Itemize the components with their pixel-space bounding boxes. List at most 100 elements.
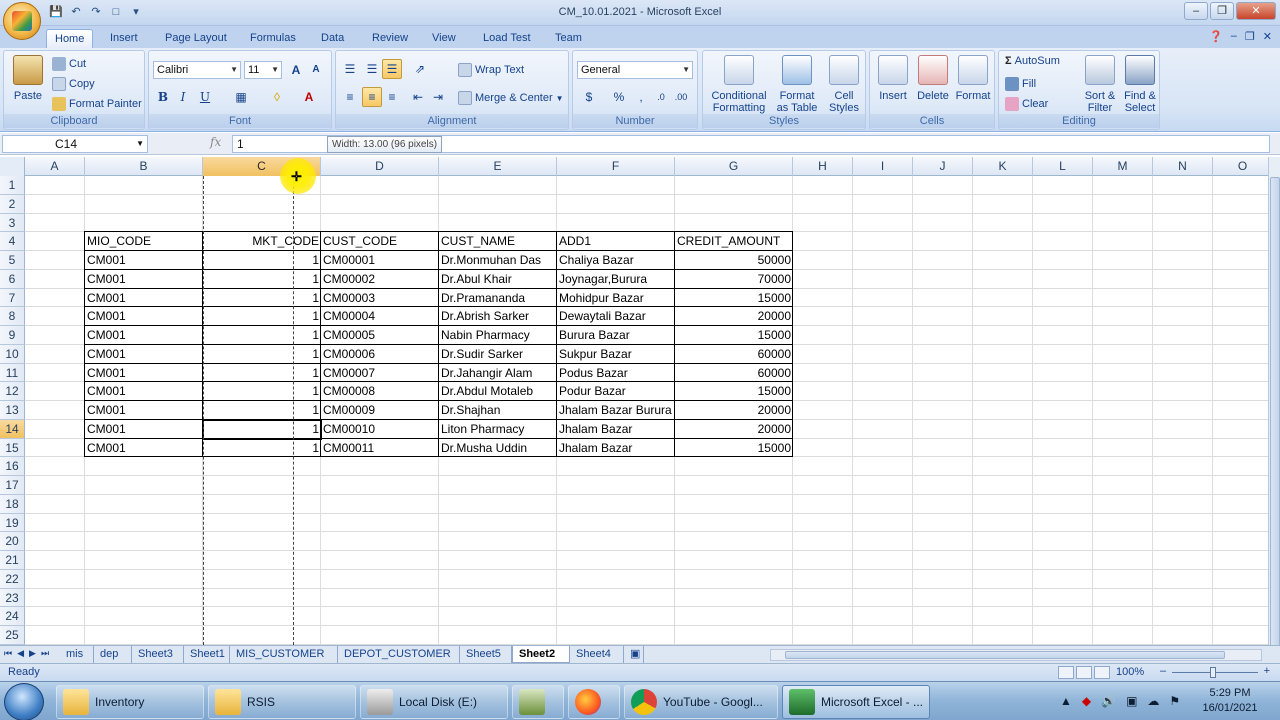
comma-icon[interactable]: , (631, 87, 651, 107)
sheet-tab[interactable]: DEPOT_CUSTOMER (338, 646, 460, 663)
format-as-table-button[interactable]: Format as Table (773, 55, 821, 114)
font-size-select[interactable]: 11 ▼ (244, 61, 282, 79)
increase-indent-icon[interactable]: ⇥ (428, 87, 448, 107)
column-header-h[interactable]: H (793, 157, 853, 176)
autosum-button[interactable]: Σ AutoSum (1005, 55, 1060, 67)
clear-button[interactable]: Clear (1005, 97, 1048, 111)
table-cell[interactable]: 20000 (675, 401, 793, 420)
table-cell[interactable]: 1 (203, 401, 321, 420)
grow-font-icon[interactable]: A (286, 60, 306, 80)
row-header-22[interactable]: 22 (0, 569, 25, 589)
borders-icon[interactable]: ▦ (231, 87, 251, 107)
bold-icon[interactable]: B (153, 87, 173, 107)
row-header-5[interactable]: 5 (0, 251, 25, 270)
table-cell[interactable]: Dr.Sudir Sarker (439, 345, 557, 364)
table-header-cell[interactable]: CUST_CODE (321, 232, 439, 251)
row-header-6[interactable]: 6 (0, 269, 25, 289)
table-cell[interactable]: 70000 (675, 270, 793, 289)
format-painter-button[interactable]: Format Painter (52, 97, 142, 111)
align-left-icon[interactable]: ≡ (340, 87, 360, 107)
column-header-d[interactable]: D (321, 157, 439, 176)
taskbar-item-inventory[interactable]: Inventory (56, 685, 204, 719)
table-cell[interactable]: Joynagar,Burura (557, 270, 675, 289)
tab-review[interactable]: Review (364, 29, 416, 48)
table-cell[interactable]: Dr.Abul Khair (439, 270, 557, 289)
table-cell[interactable]: CM00001 (321, 251, 439, 270)
align-center-icon[interactable]: ≡ (362, 87, 382, 107)
table-cell[interactable]: 20000 (675, 307, 793, 326)
sheet-tab[interactable]: dep (94, 646, 132, 663)
table-cell[interactable]: CM001 (85, 401, 203, 420)
row-header-8[interactable]: 8 (0, 307, 25, 326)
decrease-decimal-icon[interactable]: .00 (671, 87, 691, 107)
tab-team[interactable]: Team (547, 29, 590, 48)
row-header-25[interactable]: 25 (0, 626, 25, 645)
table-cell[interactable]: CM00009 (321, 401, 439, 420)
sort-filter-button[interactable]: Sort & Filter (1081, 55, 1119, 114)
font-color-icon[interactable]: A (299, 87, 319, 107)
column-header-k[interactable]: K (973, 157, 1033, 176)
start-button[interactable] (4, 683, 44, 720)
table-cell[interactable]: CM001 (85, 420, 203, 439)
row-header-1[interactable]: 1 (0, 176, 25, 195)
ribbon-close-icon[interactable]: ✕ (1263, 30, 1272, 43)
cut-button[interactable]: Cut (52, 57, 86, 71)
table-cell[interactable]: CM00007 (321, 364, 439, 383)
row-header-13[interactable]: 13 (0, 401, 25, 420)
ribbon-restore-icon[interactable]: ❐ (1245, 30, 1255, 43)
row-header-2[interactable]: 2 (0, 194, 25, 214)
column-header-m[interactable]: M (1093, 157, 1153, 176)
sheet-tab[interactable]: Sheet2 (512, 646, 570, 663)
row-header-9[interactable]: 9 (0, 326, 25, 345)
row-header-17[interactable]: 17 (0, 476, 25, 495)
align-right-icon[interactable]: ≡ (382, 87, 402, 107)
table-cell[interactable]: 1 (203, 307, 321, 326)
table-cell[interactable]: 60000 (675, 364, 793, 383)
table-cell[interactable]: CM00010 (321, 420, 439, 439)
tab-formulas[interactable]: Formulas (242, 29, 304, 48)
show-hidden-icons-icon[interactable]: ▲ (1060, 694, 1072, 708)
zoom-knob[interactable] (1210, 667, 1216, 678)
table-header-cell[interactable]: ADD1 (557, 232, 675, 251)
taskbar-item-rsis[interactable]: RSIS (208, 685, 356, 719)
table-cell[interactable]: 1 (203, 439, 321, 458)
table-cell[interactable]: CM001 (85, 251, 203, 270)
table-cell[interactable]: 60000 (675, 345, 793, 364)
table-cell[interactable]: 1 (203, 382, 321, 401)
insert-function-icon[interactable]: fx (210, 135, 221, 149)
normal-view-icon[interactable] (1058, 666, 1074, 679)
table-cell[interactable]: 1 (203, 420, 321, 439)
table-cell[interactable]: 1 (203, 289, 321, 308)
table-cell[interactable]: 1 (203, 364, 321, 383)
table-header-cell[interactable]: CUST_NAME (439, 232, 557, 251)
help-icon[interactable]: ❓ (1209, 30, 1223, 43)
cell-styles-button[interactable]: Cell Styles (825, 55, 863, 114)
volume-icon[interactable]: 🔊 (1101, 694, 1116, 708)
underline-icon[interactable]: U (195, 87, 215, 107)
prev-sheet-icon[interactable]: ◀ (17, 648, 24, 659)
table-cell[interactable]: CM00005 (321, 326, 439, 345)
row-header-19[interactable]: 19 (0, 513, 25, 533)
column-header-f[interactable]: F (557, 157, 675, 176)
table-cell[interactable]: Dr.Abdul Motaleb (439, 382, 557, 401)
cloud-icon[interactable]: ☁ (1147, 694, 1159, 708)
increase-decimal-icon[interactable]: .0 (651, 87, 671, 107)
tab-data[interactable]: Data (313, 29, 352, 48)
sheet-tab[interactable]: Sheet3 (132, 646, 184, 663)
tab-page-layout[interactable]: Page Layout (157, 29, 235, 48)
office-button[interactable] (3, 2, 41, 40)
minimize-icon[interactable]: – (1184, 2, 1208, 20)
last-sheet-icon[interactable]: ⏭ (41, 648, 49, 659)
table-cell[interactable]: Dr.Abrish Sarker (439, 307, 557, 326)
worksheet-grid[interactable]: ABCDEFGHIJKLMNO 1 2 3 4 5 6 7 8 9 10 11 12 13 14 15 16 1… (0, 157, 1268, 645)
table-cell[interactable]: CM001 (85, 270, 203, 289)
sheet-tab[interactable]: mis (60, 646, 94, 663)
table-cell[interactable]: CM001 (85, 382, 203, 401)
antivirus-icon[interactable]: ◆ (1082, 694, 1091, 708)
taskbar-item-chrome[interactable]: YouTube - Googl... (624, 685, 778, 719)
table-cell[interactable]: CM001 (85, 345, 203, 364)
taskbar-item-excel[interactable]: Microsoft Excel - ... (782, 685, 930, 719)
table-cell[interactable]: 1 (203, 251, 321, 270)
table-cell[interactable]: 20000 (675, 420, 793, 439)
table-cell[interactable]: CM00011 (321, 439, 439, 458)
